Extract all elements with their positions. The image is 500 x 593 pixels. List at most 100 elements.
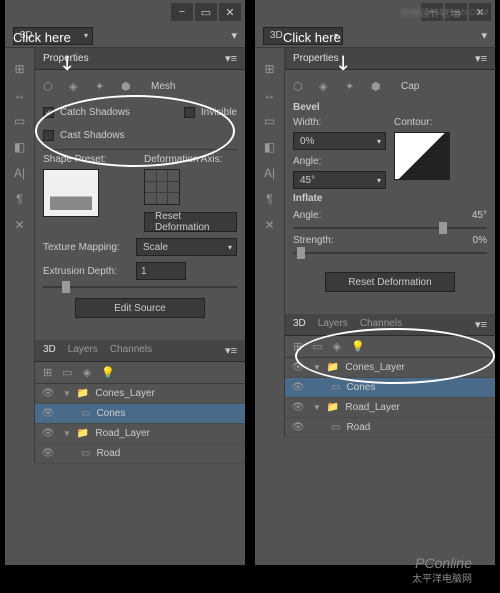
layers-tab-3d[interactable]: 3D (43, 344, 56, 357)
layer-row-road[interactable]: 👁 ▭ Road (35, 444, 245, 464)
sidebar-icon-3[interactable]: ▭ (255, 108, 284, 134)
sidebar-icon-7[interactable]: ✕ (5, 212, 34, 238)
filter-icon-2[interactable]: ▭ (312, 340, 322, 353)
sidebar-icon-1[interactable]: ⊞ (255, 56, 284, 82)
sidebar-icon-3[interactable]: ▭ (5, 108, 34, 134)
folder-icon: 📁 (327, 402, 339, 413)
width-label: Width: (293, 117, 386, 128)
shape-preset-thumb[interactable] (43, 169, 99, 217)
eye-icon[interactable]: 👁 (289, 362, 307, 373)
sidebar-icon-4[interactable]: ◧ (255, 134, 284, 160)
mesh-icon-3[interactable]: ✦ (95, 80, 111, 93)
menu-icon[interactable]: ▾ (481, 29, 487, 42)
layer-row-cones[interactable]: 👁 ▭ Cones (285, 378, 495, 398)
cast-shadows-checkbox[interactable] (43, 130, 54, 141)
cap-icon-4[interactable]: ⬢ (371, 80, 387, 93)
folder-icon: 📁 (77, 388, 89, 399)
minimize-btn[interactable]: − (171, 3, 193, 21)
tree-toggle-icon[interactable]: ▼ (313, 403, 321, 412)
strength-slider[interactable] (293, 252, 487, 254)
cap-label: Cap (401, 81, 419, 92)
mesh-section: ⬡ ◈ ✦ ⬢ Mesh ✓ Catch Shadows Invisible (35, 70, 245, 334)
eye-icon[interactable]: 👁 (39, 388, 57, 399)
layers-tab-3d[interactable]: 3D (293, 318, 306, 331)
sidebar-icon-6[interactable]: ¶ (255, 186, 284, 212)
mesh-icon-1[interactable]: ⬡ (43, 80, 59, 93)
sidebar-icon-2[interactable]: ↔ (5, 82, 34, 108)
right-panel: − ▭ ✕ 3D ▾ Click here ↘ ⊞ ↔ ▭ ◧ A| ¶ ✕ P… (255, 0, 495, 565)
filter-icon-4[interactable]: 💡 (351, 340, 365, 353)
reset-deformation-button[interactable]: Reset Deformation (325, 272, 455, 292)
eye-icon[interactable]: 👁 (39, 428, 57, 439)
menu-icon[interactable]: ▾ (231, 29, 237, 42)
layer-icon: ▭ (81, 448, 90, 459)
tree-toggle-icon[interactable]: ▼ (63, 429, 71, 438)
eye-icon[interactable]: 👁 (39, 408, 57, 419)
main-content: Properties ▾≡ ⬡ ◈ ✦ ⬢ Cap Bevel Width: 0… (285, 48, 495, 438)
reset-deformation-button[interactable]: Reset Deformation (144, 212, 237, 232)
width-dropdown[interactable]: 0% (293, 132, 386, 150)
sidebar-icon-5[interactable]: A| (5, 160, 34, 186)
layer-name: Cones_Layer (95, 388, 154, 399)
catch-shadows-checkbox[interactable]: ✓ (43, 107, 54, 118)
extrusion-depth-input[interactable] (136, 262, 186, 280)
sidebar-icon-4[interactable]: ◧ (5, 134, 34, 160)
panel-menu-icon[interactable]: ▾≡ (475, 52, 487, 65)
invisible-checkbox[interactable] (184, 107, 195, 118)
sidebar-icon-5[interactable]: A| (255, 160, 284, 186)
panel-menu-icon[interactable]: ▾≡ (225, 52, 237, 65)
catch-shadows-label: Catch Shadows (60, 107, 130, 118)
eye-icon[interactable]: 👁 (39, 448, 57, 459)
sidebar-icon-7[interactable]: ✕ (255, 212, 284, 238)
eye-icon[interactable]: 👁 (289, 382, 307, 393)
angle-dropdown[interactable]: 45° (293, 171, 386, 189)
deformation-axis-grid[interactable] (144, 169, 180, 205)
divider (43, 149, 237, 150)
layer-row-road-folder[interactable]: 👁 ▼ 📁 Road_Layer (285, 398, 495, 418)
filter-icon-1[interactable]: ⊞ (293, 340, 302, 353)
sidebar-icon-2[interactable]: ↔ (255, 82, 284, 108)
cap-icon-1[interactable]: ⬡ (293, 80, 309, 93)
layers-tab-layers[interactable]: Layers (68, 344, 98, 357)
layers-menu-icon[interactable]: ▾≡ (475, 318, 487, 331)
layer-row-cones-folder[interactable]: 👁 ▼ 📁 Cones_Layer (35, 384, 245, 404)
filter-icon-3[interactable]: ◈ (83, 366, 91, 379)
filter-icon-1[interactable]: ⊞ (43, 366, 52, 379)
mesh-icon-4[interactable]: ⬢ (121, 80, 137, 93)
sidebar-icon-1[interactable]: ⊞ (5, 56, 34, 82)
texture-mapping-dropdown[interactable]: Scale (136, 238, 237, 256)
eye-icon[interactable]: 👁 (289, 422, 307, 433)
tree-toggle-icon[interactable]: ▼ (313, 363, 321, 372)
layers-tab-layers[interactable]: Layers (318, 318, 348, 331)
extrusion-slider[interactable] (43, 286, 237, 288)
layer-row-road[interactable]: 👁 ▭ Road (285, 418, 495, 438)
close-btn[interactable]: ✕ (219, 3, 241, 21)
filter-icon-2[interactable]: ▭ (62, 366, 72, 379)
filter-icon-4[interactable]: 💡 (101, 366, 115, 379)
edit-source-button[interactable]: Edit Source (75, 298, 205, 318)
bevel-row: Width: 0% Angle: 45° Contour: (293, 117, 487, 189)
layer-row-road-folder[interactable]: 👁 ▼ 📁 Road_Layer (35, 424, 245, 444)
filter-icon-3[interactable]: ◈ (333, 340, 341, 353)
sidebar-icon-6[interactable]: ¶ (5, 186, 34, 212)
layers-tab-channels[interactable]: Channels (360, 318, 402, 331)
inflate-angle-slider[interactable] (293, 227, 487, 229)
cap-section: ⬡ ◈ ✦ ⬢ Cap Bevel Width: 0% Angle: 45° C… (285, 70, 495, 308)
layers-panel: 3D Layers Channels ▾≡ ⊞ ▭ ◈ 💡 👁 ▼ 📁 (285, 314, 495, 438)
mesh-icon-2[interactable]: ◈ (69, 80, 85, 93)
tree-toggle-icon[interactable]: ▼ (63, 389, 71, 398)
layer-name: Cones_Layer (345, 362, 404, 373)
texture-mapping-row: Texture Mapping: Scale (43, 238, 237, 256)
layer-row-cones[interactable]: 👁 ▭ Cones (35, 404, 245, 424)
content-area: ⊞ ↔ ▭ ◧ A| ¶ ✕ Properties ▾≡ ⬡ ◈ ✦ ⬢ Mes… (5, 48, 245, 464)
cap-icon-3[interactable]: ✦ (345, 80, 361, 93)
eye-icon[interactable]: 👁 (289, 402, 307, 413)
layers-panel: 3D Layers Channels ▾≡ ⊞ ▭ ◈ 💡 👁 ▼ 📁 (35, 340, 245, 464)
layer-row-cones-folder[interactable]: 👁 ▼ 📁 Cones_Layer (285, 358, 495, 378)
layers-menu-icon[interactable]: ▾≡ (225, 344, 237, 357)
layers-tab-channels[interactable]: Channels (110, 344, 152, 357)
contour-label: Contour: (394, 117, 487, 128)
cap-icon-2[interactable]: ◈ (319, 80, 335, 93)
contour-preview[interactable] (394, 132, 450, 180)
restore-btn[interactable]: ▭ (195, 3, 217, 21)
